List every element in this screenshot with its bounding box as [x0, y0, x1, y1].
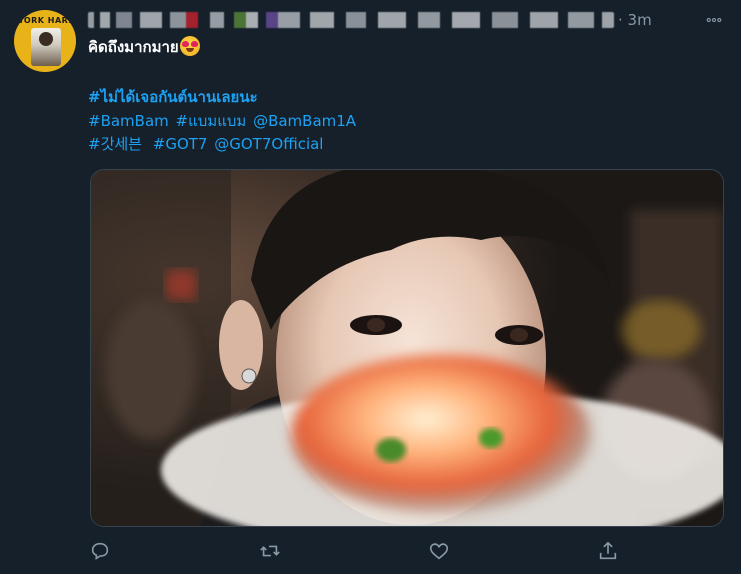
hashtag-link[interactable]: #แบมแบม: [176, 112, 247, 130]
like-icon[interactable]: [428, 540, 450, 562]
mention-link[interactable]: @BamBam1A: [253, 112, 356, 130]
share-icon[interactable]: [597, 540, 619, 562]
avatar-photo: [31, 28, 61, 66]
retweet-icon[interactable]: [259, 540, 281, 562]
avatar-badge-text: WORK HARD: [14, 16, 76, 25]
tweet-header: · 3m: [88, 8, 728, 32]
timestamp[interactable]: · 3m: [618, 11, 652, 29]
author-name-blurred[interactable]: [88, 12, 614, 28]
hashtag-link[interactable]: #갓세븐: [88, 135, 142, 153]
reply-icon[interactable]: [89, 540, 111, 562]
mention-link[interactable]: @GOT7Official: [214, 135, 323, 153]
tweet-text: คิดถึงมากมาย: [88, 35, 728, 59]
media-photo: [91, 170, 723, 526]
more-horizontal-icon[interactable]: [702, 11, 726, 29]
hashtag-link[interactable]: #GOT7: [153, 135, 208, 153]
tags-line-3: #갓세븐 #GOT7 @GOT7Official: [88, 133, 325, 154]
tags-line-2: #BamBam #แบมแบม @BamBam1A: [88, 109, 358, 133]
hashtag-link[interactable]: #ไม่ได้เจอกันต์นานเลยนะ: [88, 85, 258, 109]
tweet-text-line-1: คิดถึงมากมาย: [88, 38, 179, 56]
hashtag-link[interactable]: #BamBam: [88, 112, 169, 130]
heart-eyes-emoji-icon: [179, 36, 200, 56]
tweet[interactable]: WORK HARD · 3m คิดถึงมากมาย #ไม่ได้เจอกั…: [0, 0, 741, 574]
avatar[interactable]: WORK HARD: [14, 10, 76, 72]
tweet-media-image[interactable]: [90, 169, 724, 527]
